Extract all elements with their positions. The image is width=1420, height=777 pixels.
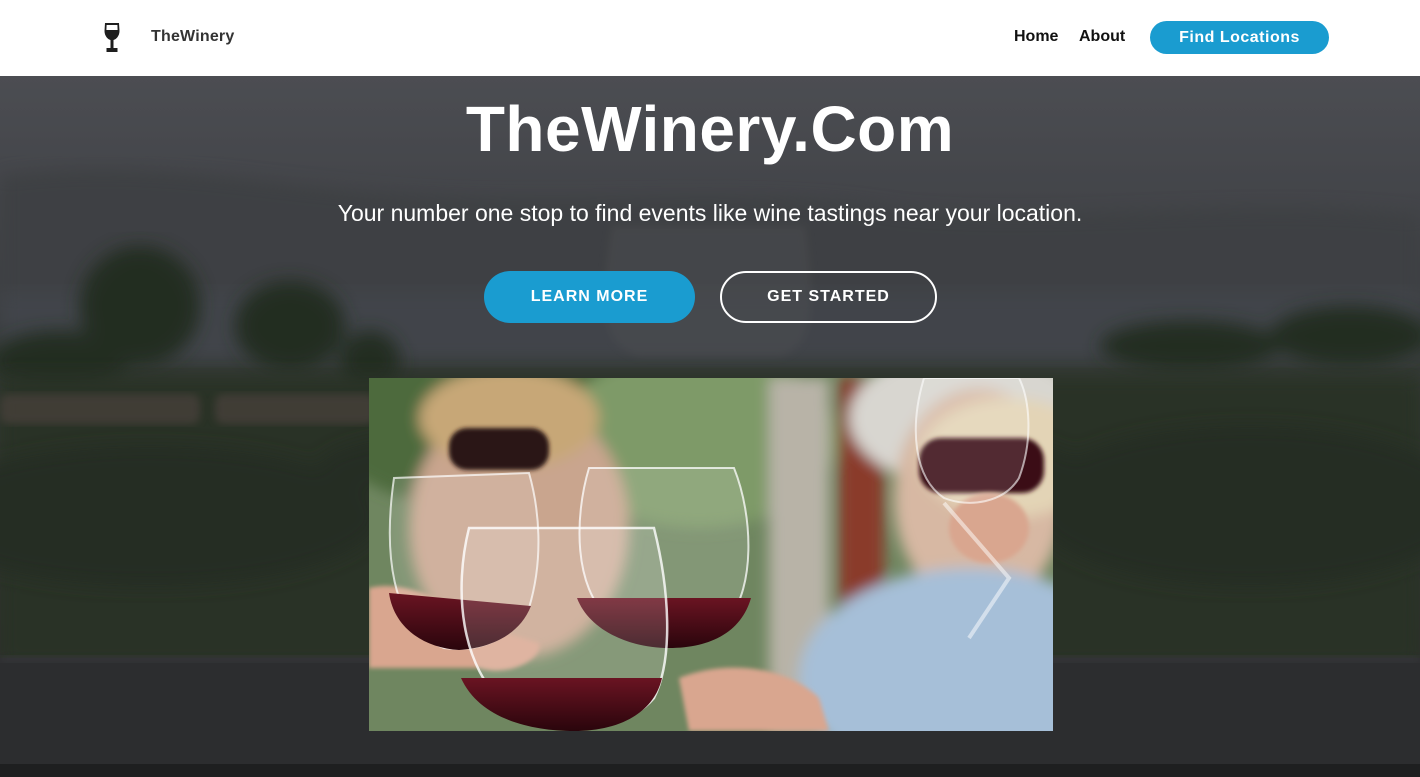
learn-more-button[interactable]: LEARN MORE (484, 271, 695, 323)
nav-link-about[interactable]: About (1079, 28, 1125, 46)
navbar: TheWinery Home About Find Locations (0, 0, 1420, 76)
get-started-button[interactable]: GET STARTED (720, 271, 937, 323)
nav-link-home[interactable]: Home (1014, 28, 1058, 46)
wine-glass-icon[interactable] (101, 22, 123, 54)
hero-subtitle: Your number one stop to find events like… (337, 200, 1083, 226)
find-locations-button[interactable]: Find Locations (1150, 21, 1329, 54)
wine-toast-photo (369, 378, 1053, 731)
page-title: TheWinery.Com (465, 93, 955, 165)
bottom-strip (0, 764, 1420, 777)
brand-name[interactable]: TheWinery (151, 28, 234, 46)
